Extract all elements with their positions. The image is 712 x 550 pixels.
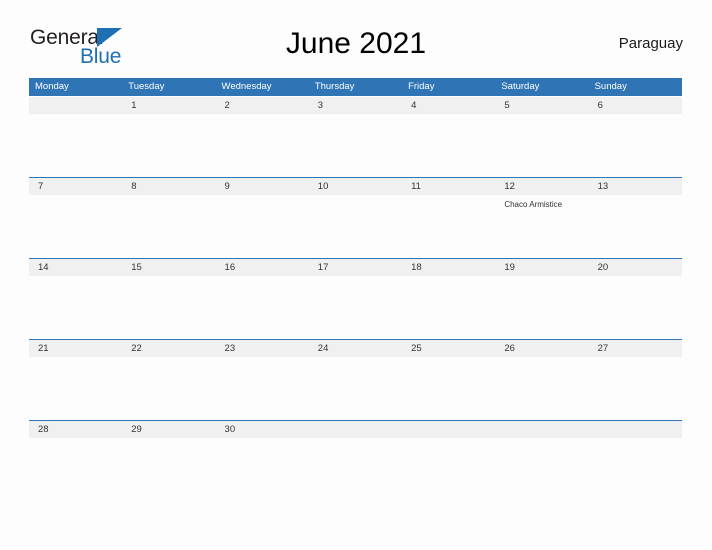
day-number: 21	[38, 343, 49, 354]
day-number: 12	[504, 181, 515, 192]
weekday-header-tuesday: Tuesday	[128, 81, 165, 92]
weekday-header-sunday: Sunday	[594, 81, 627, 92]
day-number: 28	[38, 424, 49, 435]
day-cell[interactable]: 21	[29, 340, 122, 420]
day-cell[interactable]: 25	[402, 340, 495, 420]
calendar-week-row: 1 2 3 4 5 6	[29, 96, 682, 177]
day-cell[interactable]: 2	[216, 97, 309, 177]
day-number: 4	[411, 100, 417, 111]
day-number: 19	[504, 262, 515, 273]
page-header: General Blue June 2021 Paraguay	[0, 22, 712, 70]
day-cell[interactable]: 4	[402, 97, 495, 177]
day-number: 8	[131, 181, 137, 192]
weekday-header-wednesday: Wednesday	[221, 81, 272, 92]
day-number	[598, 421, 682, 438]
day-cell[interactable]: 17	[309, 259, 402, 339]
day-cell[interactable]	[402, 421, 495, 501]
weekday-header-monday: Monday	[35, 81, 69, 92]
day-cell[interactable]: 24	[309, 340, 402, 420]
day-cell[interactable]: 15	[122, 259, 215, 339]
day-cell[interactable]: 10	[309, 178, 402, 258]
day-cell[interactable]: 8	[122, 178, 215, 258]
day-number	[38, 97, 122, 114]
day-cell[interactable]: 23	[216, 340, 309, 420]
day-number: 10	[317, 181, 329, 192]
day-cell[interactable]	[309, 421, 402, 501]
day-number: 7	[38, 181, 44, 192]
day-number: 24	[317, 343, 329, 354]
day-number: 30	[224, 424, 236, 435]
day-number	[318, 421, 402, 438]
day-number: 13	[597, 181, 609, 192]
day-cell[interactable]: 14	[29, 259, 122, 339]
day-event: Chaco Armistice	[504, 200, 563, 209]
day-cell[interactable]: 30	[216, 421, 309, 501]
day-number: 9	[224, 181, 230, 192]
calendar-weekday-header-row: Monday Tuesday Wednesday Thursday Friday…	[29, 78, 682, 96]
day-cell[interactable]: 9	[216, 178, 309, 258]
weekday-header-saturday: Saturday	[501, 81, 540, 92]
day-cell[interactable]: 27	[589, 340, 682, 420]
page-title: June 2021	[285, 27, 427, 60]
calendar-week-row: 21 22 23 24 25 26 27	[29, 339, 682, 420]
day-cell[interactable]	[589, 421, 682, 501]
day-number: 23	[224, 343, 236, 354]
calendar-week-row: 7 8 9 10 11 12 Chaco Armistice 13	[29, 177, 682, 258]
day-cell[interactable]	[495, 421, 588, 501]
day-number: 16	[224, 262, 236, 273]
day-number: 15	[131, 262, 142, 273]
day-number: 1	[131, 100, 137, 111]
day-cell[interactable]: 3	[309, 97, 402, 177]
day-cell[interactable]: 18	[402, 259, 495, 339]
day-cell[interactable]: 26	[495, 340, 588, 420]
day-cell[interactable]: 7	[29, 178, 122, 258]
day-cell[interactable]: 6	[589, 97, 682, 177]
country-label: Paraguay	[618, 35, 683, 52]
day-cell[interactable]: 22	[122, 340, 215, 420]
day-number: 17	[317, 262, 329, 273]
weekday-header-friday: Friday	[408, 81, 435, 92]
day-number: 22	[131, 343, 142, 354]
day-cell[interactable]: 28	[29, 421, 122, 501]
day-cell[interactable]: 19	[495, 259, 588, 339]
day-number: 6	[597, 100, 603, 111]
day-number: 27	[597, 343, 609, 354]
day-number: 18	[411, 262, 422, 273]
weekday-header-thursday: Thursday	[314, 81, 355, 92]
day-number: 3	[317, 100, 324, 111]
calendar-page: General Blue June 2021 Paraguay Monday T…	[0, 0, 712, 550]
calendar-week-row: 14 15 16 17 18 19 20	[29, 258, 682, 339]
day-number: 5	[504, 100, 510, 111]
day-number: 14	[38, 262, 49, 273]
day-number: 25	[411, 343, 422, 354]
day-cell[interactable]: 11	[402, 178, 495, 258]
day-number: 2	[224, 100, 230, 111]
day-number: 26	[504, 343, 515, 354]
day-number	[411, 421, 495, 438]
calendar-table: Monday Tuesday Wednesday Thursday Friday…	[29, 78, 682, 501]
day-cell[interactable]	[29, 97, 122, 177]
day-number: 20	[597, 262, 609, 273]
day-cell[interactable]: 13	[589, 178, 682, 258]
day-number	[504, 421, 588, 438]
day-cell[interactable]: 12 Chaco Armistice	[495, 178, 588, 258]
day-cell[interactable]: 1	[122, 97, 215, 177]
day-number: 11	[411, 181, 421, 192]
day-cell[interactable]: 5	[495, 97, 588, 177]
day-cell[interactable]: 20	[589, 259, 682, 339]
day-number: 29	[131, 424, 142, 435]
day-cell[interactable]: 16	[216, 259, 309, 339]
calendar-week-row: 28 29 30	[29, 420, 682, 501]
day-cell[interactable]: 29	[122, 421, 215, 501]
